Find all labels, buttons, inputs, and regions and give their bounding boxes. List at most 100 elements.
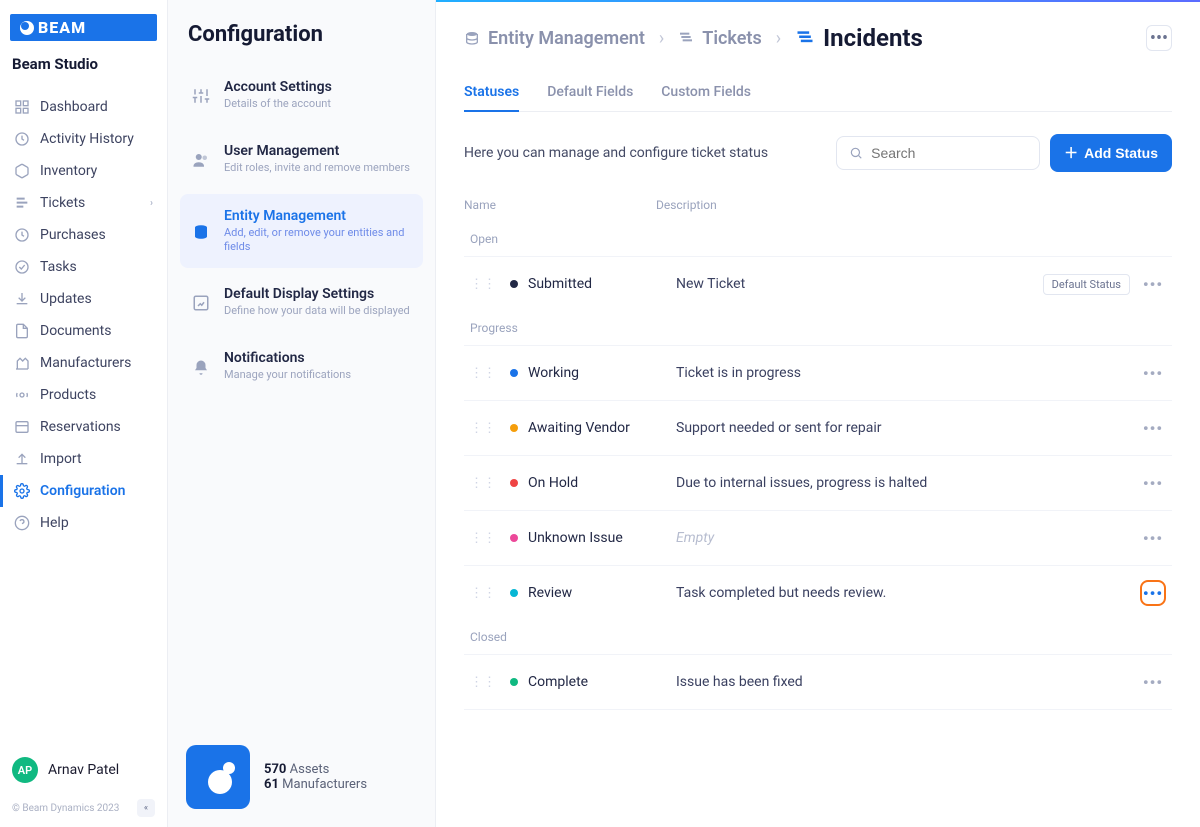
nav-icon: [14, 259, 30, 275]
breadcrumb-icon: [795, 28, 815, 48]
row-more-icon[interactable]: •••: [1140, 470, 1166, 496]
tab-default-fields[interactable]: Default Fields: [547, 76, 633, 112]
status-name: Working: [528, 365, 676, 381]
status-row: ⋮⋮ Unknown IssueEmpty•••: [464, 510, 1172, 565]
breadcrumb-more-icon[interactable]: •••: [1146, 25, 1172, 51]
nav-label: Import: [40, 451, 82, 467]
column-desc-header: Description: [656, 198, 1172, 212]
sidebar-item-activity-history[interactable]: Activity History: [0, 123, 167, 155]
nav-label: Manufacturers: [40, 355, 131, 371]
breadcrumb-incidents: Incidents: [795, 24, 923, 52]
brand-logo: BEAM: [10, 14, 157, 41]
sidebar-item-configuration[interactable]: Configuration: [0, 475, 167, 507]
config-item-notifications[interactable]: NotificationsManage your notifications: [180, 336, 423, 396]
status-group-progress: Progress: [464, 311, 1172, 345]
plus-icon: ＋: [1064, 143, 1078, 163]
search-input-wrapper[interactable]: [836, 136, 1040, 170]
drag-handle-icon[interactable]: ⋮⋮: [470, 421, 496, 436]
breadcrumb-entity-management[interactable]: Entity Management: [464, 28, 645, 49]
status-description: Empty: [676, 530, 1140, 546]
sidebar-item-reservations[interactable]: Reservations: [0, 411, 167, 443]
workspace-title: Beam Studio: [0, 47, 167, 91]
status-row: ⋮⋮CompleteIssue has been fixed•••: [464, 654, 1172, 710]
search-input[interactable]: [871, 145, 1027, 161]
breadcrumb-label: Entity Management: [488, 28, 645, 49]
tab-custom-fields[interactable]: Custom Fields: [661, 76, 751, 112]
status-row: ⋮⋮On HoldDue to internal issues, progres…: [464, 455, 1172, 510]
avatar: AP: [12, 757, 38, 783]
stat-assets-count: 570: [264, 762, 286, 777]
config-item-user-management[interactable]: User ManagementEdit roles, invite and re…: [180, 129, 423, 189]
config-panel-title: Configuration: [168, 0, 435, 65]
nav-label: Help: [40, 515, 69, 531]
config-item-icon: [192, 210, 212, 255]
sidebar-item-dashboard[interactable]: Dashboard: [0, 91, 167, 123]
nav-icon: [14, 451, 30, 467]
nav-icon: [14, 291, 30, 307]
add-status-label: Add Status: [1084, 145, 1158, 161]
sidebar-item-updates[interactable]: Updates: [0, 283, 167, 315]
status-name: Unknown Issue: [528, 530, 676, 546]
drag-handle-icon[interactable]: ⋮⋮: [470, 366, 496, 381]
status-description: Ticket is in progress: [676, 365, 1140, 381]
config-item-title: Entity Management: [224, 208, 411, 224]
sidebar-item-purchases[interactable]: Purchases: [0, 219, 167, 251]
config-item-entity-management[interactable]: Entity Management Add, edit, or remove yo…: [180, 194, 423, 269]
user-menu[interactable]: AP Arnav Patel: [0, 747, 167, 793]
drag-handle-icon[interactable]: ⋮⋮: [470, 586, 496, 601]
row-more-icon[interactable]: •••: [1140, 360, 1166, 386]
config-item-default-display-settings[interactable]: Default Display Settings Define how your …: [180, 272, 423, 332]
sidebar-item-manufacturers[interactable]: Manufacturers: [0, 347, 167, 379]
row-more-icon[interactable]: •••: [1140, 415, 1166, 441]
breadcrumb-label: Tickets: [702, 28, 761, 49]
nav-label: Configuration: [40, 483, 125, 499]
sidebar-item-help[interactable]: Help: [0, 507, 167, 539]
drag-handle-icon[interactable]: ⋮⋮: [470, 476, 496, 491]
tab-statuses[interactable]: Statuses: [464, 76, 519, 112]
sidebar-item-import[interactable]: Import: [0, 443, 167, 475]
sidebar-item-inventory[interactable]: Inventory: [0, 155, 167, 187]
row-more-icon[interactable]: •••: [1140, 580, 1166, 606]
nav-icon: [14, 515, 30, 531]
nav-label: Reservations: [40, 419, 121, 435]
add-status-button[interactable]: ＋ Add Status: [1050, 134, 1172, 172]
status-row: ⋮⋮SubmittedNew TicketDefault Status•••: [464, 256, 1172, 311]
stat-assets-label: Assets: [290, 762, 330, 777]
default-status-badge: Default Status: [1043, 274, 1130, 295]
drag-handle-icon[interactable]: ⋮⋮: [470, 531, 496, 546]
config-item-icon: [192, 81, 212, 111]
nav-icon: [14, 355, 30, 371]
sidebar-item-documents[interactable]: Documents: [0, 315, 167, 347]
sidebar-item-products[interactable]: Products: [0, 379, 167, 411]
breadcrumb-tickets[interactable]: Tickets: [678, 28, 761, 49]
row-more-icon[interactable]: •••: [1140, 271, 1166, 297]
sidebar-item-tasks[interactable]: Tasks: [0, 251, 167, 283]
brand-tile: [186, 745, 250, 809]
nav-label: Products: [40, 387, 96, 403]
collapse-sidebar-icon[interactable]: «: [137, 799, 155, 817]
chevron-right-icon: ›: [150, 198, 153, 209]
status-name: Review: [528, 585, 676, 601]
breadcrumb-label: Incidents: [823, 24, 923, 52]
config-item-desc: Add, edit, or remove your entities and f…: [224, 226, 411, 255]
nav-label: Dashboard: [40, 99, 108, 115]
row-more-icon[interactable]: •••: [1140, 669, 1166, 695]
status-color-dot: [510, 534, 518, 542]
nav-label: Activity History: [40, 131, 134, 147]
status-color-dot: [510, 678, 518, 686]
status-row: ⋮⋮Awaiting VendorSupport needed or sent …: [464, 400, 1172, 455]
nav-label: Purchases: [40, 227, 106, 243]
config-item-account-settings[interactable]: Account SettingsDetails of the account: [180, 65, 423, 125]
config-item-desc: Define how your data will be displayed: [224, 304, 410, 318]
drag-handle-icon[interactable]: ⋮⋮: [470, 277, 496, 292]
config-item-title: Default Display Settings: [224, 286, 410, 302]
row-more-icon[interactable]: •••: [1140, 525, 1166, 551]
nav-icon: [14, 99, 30, 115]
config-item-title: Notifications: [224, 350, 351, 366]
brand-text: BEAM: [38, 18, 86, 37]
sidebar-item-tickets[interactable]: Tickets›: [0, 187, 167, 219]
nav-icon: [14, 195, 30, 211]
nav-icon: [14, 131, 30, 147]
breadcrumb-separator: ›: [776, 28, 781, 49]
drag-handle-icon[interactable]: ⋮⋮: [470, 675, 496, 690]
